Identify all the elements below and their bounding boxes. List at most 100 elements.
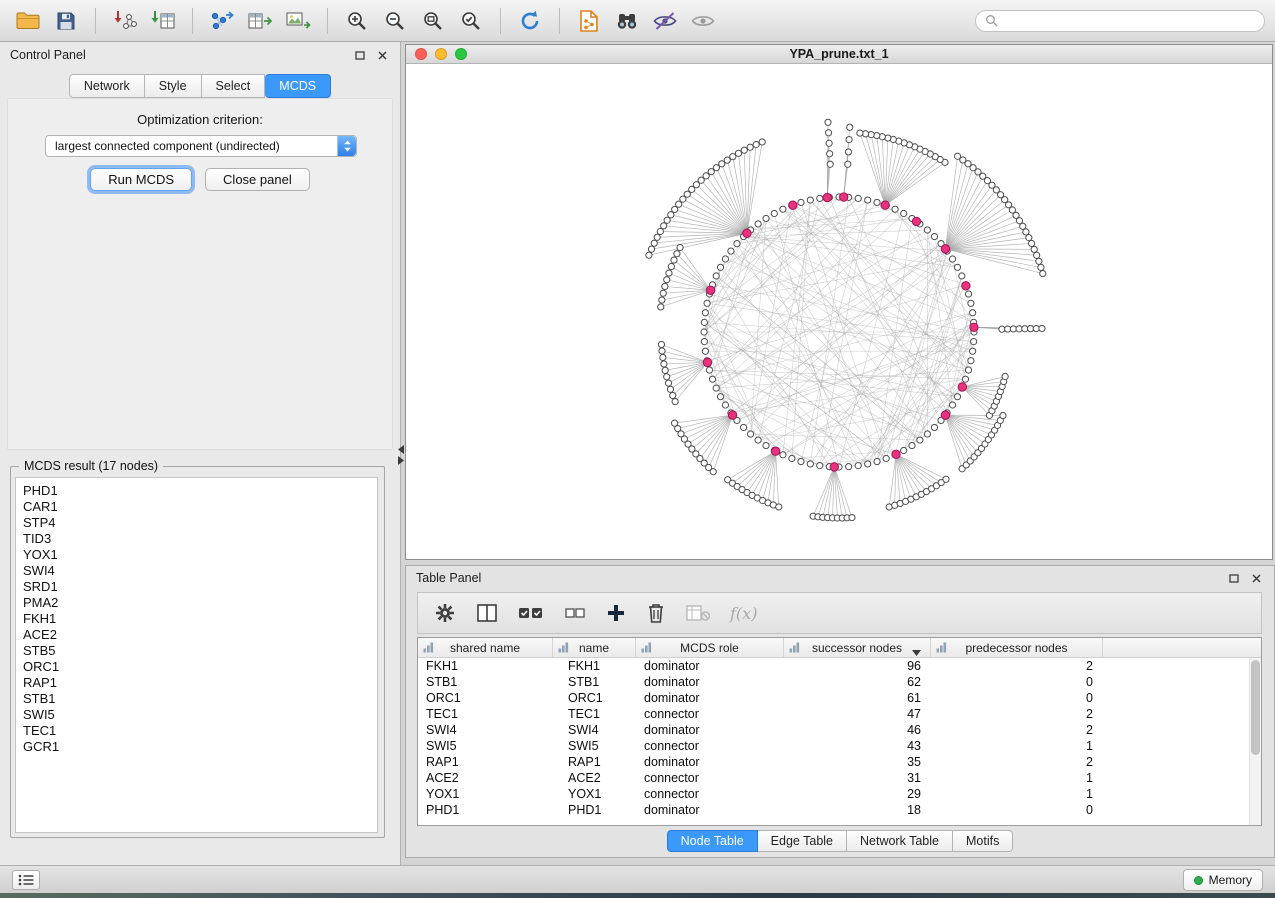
list-item[interactable]: TID3 (23, 531, 377, 547)
save-session-button[interactable] (48, 5, 84, 37)
column-header-successor-nodes[interactable]: successor nodes (784, 638, 931, 657)
column-settings-button[interactable] (434, 602, 456, 624)
column-header-shared-name[interactable]: shared name (418, 638, 553, 657)
toolbar-separator (95, 8, 96, 34)
trash-icon (646, 602, 666, 624)
desktop-strip (0, 893, 1275, 898)
apply-layout-button[interactable] (512, 5, 548, 37)
panel-splitter[interactable] (397, 444, 405, 466)
export-network-button[interactable] (204, 5, 240, 37)
list-item[interactable]: SWI4 (23, 563, 377, 579)
search-box (975, 10, 1265, 32)
tab-motifs[interactable]: Motifs (953, 830, 1013, 852)
table-row[interactable]: TEC1TEC1connector472 (418, 706, 1261, 722)
table-panel: Table Panel (405, 565, 1275, 858)
tab-network-table[interactable]: Network Table (847, 830, 953, 852)
list-item[interactable]: YOX1 (23, 547, 377, 563)
select-all-button[interactable] (518, 604, 544, 622)
float-panel-button[interactable] (352, 47, 368, 63)
panel-menu-button[interactable] (12, 870, 40, 890)
network-window-titlebar[interactable]: YPA_prune.txt_1 (406, 45, 1272, 64)
list-item[interactable]: ORC1 (23, 659, 377, 675)
tab-node-table[interactable]: Node Table (667, 830, 758, 852)
zoom-out-icon (383, 9, 407, 33)
list-item[interactable]: ACE2 (23, 627, 377, 643)
export-image-button[interactable] (280, 5, 316, 37)
table-row[interactable]: PHD1PHD1dominator180 (418, 802, 1261, 818)
import-network-button[interactable] (107, 5, 143, 37)
zoom-selected-icon (459, 9, 483, 33)
close-panel-button[interactable] (374, 47, 390, 63)
tab-network[interactable]: Network (69, 74, 145, 98)
list-icon (18, 874, 34, 886)
export-table-button[interactable] (242, 5, 278, 37)
memory-label: Memory (1209, 873, 1252, 887)
table-row[interactable]: SWI5SWI5connector431 (418, 738, 1261, 754)
unchecked-boxes-icon (564, 604, 586, 622)
list-item[interactable]: FKH1 (23, 611, 377, 627)
column-header-name[interactable]: name (553, 638, 636, 657)
find-button[interactable] (609, 5, 645, 37)
float-table-panel-button[interactable] (1226, 570, 1242, 586)
list-item[interactable]: SWI5 (23, 707, 377, 723)
table-scrollbar[interactable] (1249, 658, 1261, 825)
criterion-select[interactable]: largest connected component (undirected) (45, 135, 357, 157)
sort-icon (936, 642, 947, 653)
minimize-window-icon[interactable] (435, 48, 447, 60)
close-panel-button-mcds[interactable]: Close panel (205, 168, 310, 191)
add-row-button[interactable] (606, 603, 626, 623)
export-image-icon (285, 9, 311, 33)
list-item[interactable]: PHD1 (23, 483, 377, 499)
sort-icon (423, 642, 434, 653)
export-table-icon (247, 9, 273, 33)
list-item[interactable]: STP4 (23, 515, 377, 531)
list-item[interactable]: PMA2 (23, 595, 377, 611)
column-header-mcds-role[interactable]: MCDS role (636, 638, 784, 657)
close-table-panel-button[interactable] (1248, 570, 1264, 586)
list-item[interactable]: TEC1 (23, 723, 377, 739)
tab-mcds[interactable]: MCDS (265, 74, 331, 98)
tab-edge-table[interactable]: Edge Table (758, 830, 847, 852)
tab-style[interactable]: Style (145, 74, 202, 98)
run-mcds-button[interactable]: Run MCDS (90, 168, 192, 191)
delete-button[interactable] (646, 602, 666, 624)
show-columns-button[interactable] (476, 603, 498, 623)
list-item[interactable]: STB1 (23, 691, 377, 707)
zoom-fit-button[interactable] (415, 5, 451, 37)
table-row[interactable]: ACE2ACE2connector311 (418, 770, 1261, 786)
memory-status-icon (1194, 876, 1203, 885)
column-header-predecessor-nodes[interactable]: predecessor nodes (931, 638, 1103, 657)
list-item[interactable]: GCR1 (23, 739, 377, 755)
open-file-button[interactable] (10, 5, 46, 37)
zoom-out-button[interactable] (377, 5, 413, 37)
show-details-button[interactable] (685, 5, 721, 37)
deselect-all-button[interactable] (564, 604, 586, 622)
hide-details-button[interactable] (647, 5, 683, 37)
save-icon (54, 9, 78, 33)
criterion-selected-value: largest connected component (undirected) (55, 139, 280, 153)
table-row[interactable]: SWI4SWI4dominator462 (418, 722, 1261, 738)
list-item[interactable]: STB5 (23, 643, 377, 659)
table-row[interactable]: FKH1FKH1dominator962 (418, 658, 1261, 674)
table-row[interactable]: STB1STB1dominator620 (418, 674, 1261, 690)
zoom-selected-button[interactable] (453, 5, 489, 37)
mcds-result-list[interactable]: PHD1CAR1STP4TID3YOX1SWI4SRD1PMA2FKH1ACE2… (15, 477, 378, 833)
table-row[interactable]: ORC1ORC1dominator610 (418, 690, 1261, 706)
memory-button[interactable]: Memory (1183, 869, 1263, 891)
maximize-window-icon[interactable] (455, 48, 467, 60)
table-toolbar: f(x) (417, 592, 1262, 634)
tab-select[interactable]: Select (202, 74, 266, 98)
list-item[interactable]: CAR1 (23, 499, 377, 515)
network-canvas[interactable] (406, 64, 1272, 559)
table-row[interactable]: RAP1RAP1dominator352 (418, 754, 1261, 770)
list-item[interactable]: RAP1 (23, 675, 377, 691)
sort-icon (789, 642, 800, 653)
import-table-button[interactable] (145, 5, 181, 37)
close-window-icon[interactable] (415, 48, 427, 60)
scrollbar-thumb[interactable] (1251, 660, 1260, 755)
search-input[interactable] (1004, 14, 1255, 28)
zoom-in-button[interactable] (339, 5, 375, 37)
table-row[interactable]: YOX1YOX1connector291 (418, 786, 1261, 802)
list-item[interactable]: SRD1 (23, 579, 377, 595)
network-from-document-button[interactable] (571, 5, 607, 37)
